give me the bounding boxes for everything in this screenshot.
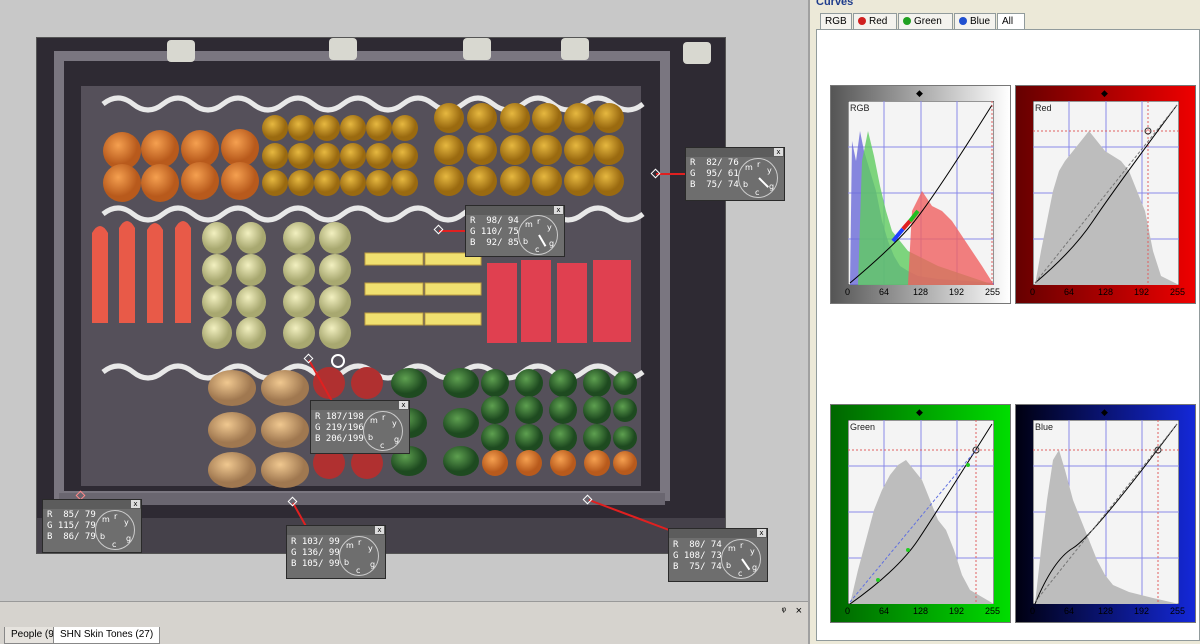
close-icon[interactable]: x [131,500,140,508]
close-icon[interactable]: x [757,529,766,537]
tab-rgb[interactable]: RGB [820,13,852,30]
sampler-b-value: B 75/ 74 [673,562,722,572]
image-canvas[interactable]: x R 82/ 76 G 95/ 61 B 75/ 74 my gc br x … [0,0,808,601]
color-sampler-5[interactable]: x R 103/ 99 G 136/ 99 B 105/ 99 my gc br [286,525,386,579]
pin-icon[interactable]: ᵠ [782,606,786,617]
sampler-r-value: R 98/ 94 [470,216,519,226]
sampler-r-value: R 85/ 79 [47,510,96,520]
sampler-g-value: G 108/ 73 [673,551,722,561]
close-icon[interactable]: x [399,401,408,409]
color-wheel-icon: my gc br [721,539,761,579]
axis-ticks: 0 64 128 192 255 [845,287,1001,297]
axis-ticks: 0 64 128 192 255 [1030,287,1186,297]
reset-arrow-icon[interactable]: ◆ [1101,88,1108,99]
color-sampler-4[interactable]: x R 85/ 79 G 115/ 79 B 86/ 79 my gc br [42,499,142,553]
curves-content: ◆ RGB 0 64 128 192 255 ◆ Red 0 64 128 19… [816,29,1200,641]
tab-green[interactable]: Green [898,13,953,30]
rgb-curve-plot[interactable] [848,101,994,285]
graph-label: Red [1035,103,1052,113]
panel-title: Curves [816,0,854,8]
reset-arrow-icon[interactable]: ◆ [1101,407,1108,418]
bottom-panel: ᵠ × People (9) SHN Skin Tones (27) [0,601,808,644]
sampler-g-value: G 136/ 99 [291,548,340,558]
sampler-b-value: B 92/ 85 [470,238,519,248]
color-wheel-icon: my gc br [95,510,135,550]
color-sampler-3[interactable]: x R 187/198 G 219/196 B 206/199 my gc br [310,400,410,454]
sampler-g-value: G 115/ 79 [47,521,96,531]
tab-skin-tones[interactable]: SHN Skin Tones (27) [53,627,161,644]
color-sampler-1[interactable]: x R 82/ 76 G 95/ 61 B 75/ 74 my gc br [685,147,785,201]
sampler-b-value: B 86/ 79 [47,532,96,542]
sampler-r-value: R 187/198 [315,412,364,422]
target-cursor-icon [331,354,345,368]
sampler-b-value: B 105/ 99 [291,559,340,569]
reset-arrow-icon[interactable]: ◆ [916,407,923,418]
curves-panel: Curves RGB Red Green Blue All ◆ RGB 0 64… [808,0,1200,644]
graph-label: Blue [1035,422,1054,432]
sampler-g-value: G 219/196 [315,423,364,433]
color-wheel-icon: my gc br [339,536,379,576]
sampler-b-value: B 75/ 74 [690,180,739,190]
sampler-g-value: G 110/ 75 [470,227,519,237]
rgb-curve-graph[interactable]: ◆ RGB 0 64 128 192 255 [830,85,1011,304]
sampler-r-value: R 80/ 74 [673,540,722,550]
green-dot-icon [903,17,911,25]
graph-label: RGB [850,103,870,113]
fruit-stand-image [37,38,725,553]
sampler-b-value: B 206/199 [315,434,364,444]
blue-curve-graph[interactable]: ◆ Blue 0 64 128 192 255 [1015,404,1196,623]
red-curve-plot[interactable] [1033,101,1179,285]
green-curve-plot[interactable] [848,420,994,604]
sampler-r-value: R 82/ 76 [690,158,739,168]
fruit-photo[interactable] [36,37,726,554]
tab-blue[interactable]: Blue [954,13,996,30]
axis-ticks: 0 64 128 192 255 [845,606,1001,616]
blue-curve-plot[interactable] [1033,420,1179,604]
color-wheel-icon: my gc br [518,215,558,255]
tab-red[interactable]: Red [853,13,897,30]
close-icon[interactable]: x [375,526,384,534]
color-wheel-icon: my gc br [363,411,403,451]
close-icon[interactable]: x [554,206,563,214]
sampler-g-value: G 95/ 61 [690,169,739,179]
close-icon[interactable]: × [796,605,802,617]
green-curve-graph[interactable]: ◆ Green 0 64 128 192 255 [830,404,1011,623]
color-sampler-6[interactable]: x R 80/ 74 G 108/ 73 B 75/ 74 my gc br [668,528,768,582]
red-curve-graph[interactable]: ◆ Red 0 64 128 192 255 [1015,85,1196,304]
axis-ticks: 0 64 128 192 255 [1030,606,1186,616]
reset-arrow-icon[interactable]: ◆ [916,88,923,99]
graph-label: Green [850,422,876,432]
sampler-r-value: R 103/ 99 [291,537,340,547]
blue-dot-icon [959,17,967,25]
color-sampler-2[interactable]: x R 98/ 94 G 110/ 75 B 92/ 85 my gc br [465,205,565,257]
color-wheel-icon: my gc br [738,158,778,198]
close-icon[interactable]: x [774,148,783,156]
red-dot-icon [858,17,866,25]
